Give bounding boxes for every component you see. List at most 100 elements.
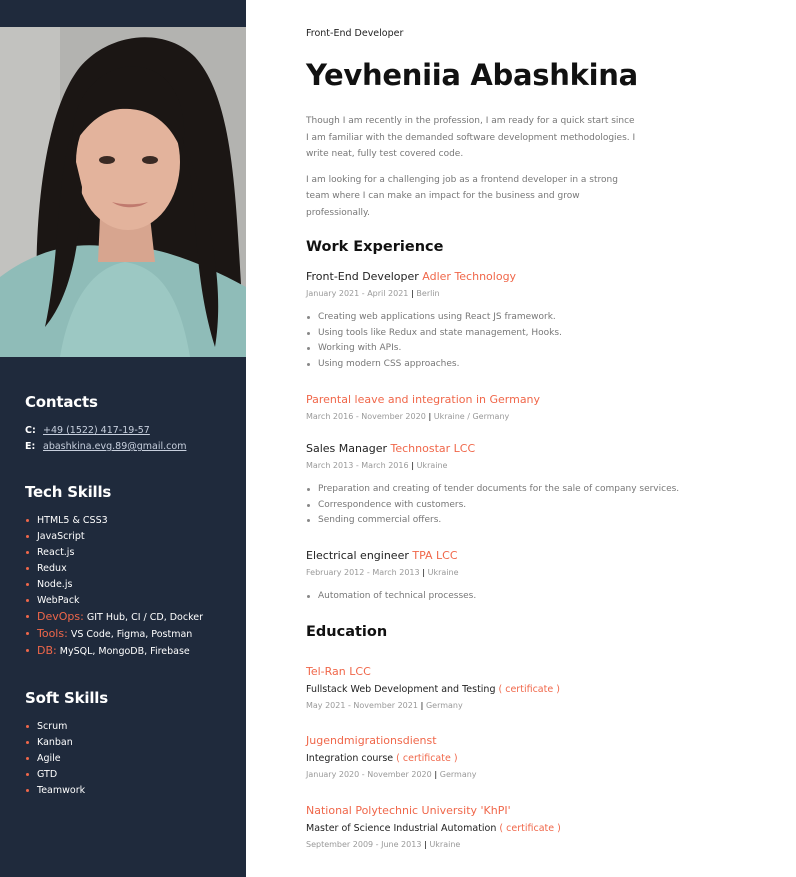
- education-course: Fullstack Web Development and Testing ( …: [306, 684, 776, 695]
- phone-link[interactable]: +49 (1522) 417-19-57: [43, 423, 150, 439]
- job-bullet: Preparation and creating of tender docum…: [306, 482, 776, 498]
- education-school: Tel-Ran LCC: [306, 665, 371, 678]
- education-dates: May 2021 - November 2021: [306, 701, 418, 710]
- person-name: Yevheniia Abashkina: [306, 58, 638, 92]
- tech-skills-section: Tech Skills HTML5 & CSS3 JavaScript Reac…: [25, 483, 235, 660]
- job-dates: January 2021 - April 2021: [306, 289, 409, 298]
- course-name: Integration course: [306, 753, 394, 764]
- education-course: Integration course ( certificate ): [306, 753, 776, 764]
- job-dates: March 2016 - November 2020: [306, 412, 426, 421]
- tech-skill-item: Redux: [25, 561, 235, 577]
- tech-skill-item: DevOps: GIT Hub, CI / CD, Docker: [25, 609, 235, 626]
- education-entry: Jugendmigrationsdienst Integration cours…: [306, 734, 776, 779]
- contacts-section: Contacts C: +49 (1522) 417-19-57 E: abas…: [25, 393, 235, 455]
- soft-skills-title: Soft Skills: [25, 689, 108, 707]
- profile-photo: [0, 27, 246, 357]
- email-key: E:: [25, 441, 36, 452]
- contact-email: E: abashkina.evg.89@gmail.com: [25, 439, 235, 455]
- education-school: Jugendmigrationsdienst: [306, 734, 437, 747]
- job-role: Sales Manager: [306, 442, 387, 455]
- sidebar: Contacts C: +49 (1522) 417-19-57 E: abas…: [0, 0, 246, 877]
- job-dates: March 2013 - March 2016: [306, 461, 409, 470]
- education-meta: September 2009 - June 2013 | Ukraine: [306, 840, 461, 849]
- job-entry: Parental leave and integration in German…: [306, 393, 776, 421]
- education-dates: January 2020 - November 2020: [306, 770, 432, 779]
- soft-skill-item: Kanban: [25, 735, 235, 751]
- education-school: National Polytechnic University 'KhPI': [306, 804, 511, 817]
- job-company: Technostar LCC: [390, 442, 476, 455]
- job-company: Adler Technology: [422, 270, 517, 283]
- education-place: Germany: [439, 770, 477, 779]
- job-title: Electrical engineer TPA LCC: [306, 549, 776, 562]
- phone-key: C:: [25, 425, 36, 436]
- soft-skills-section: Soft Skills Scrum Kanban Agile GTD Teamw…: [25, 689, 235, 799]
- tech-skill-item: DB: MySQL, MongoDB, Firebase: [25, 643, 235, 660]
- education-course: Master of Science Industrial Automation …: [306, 823, 776, 834]
- tech-skill-item: JavaScript: [25, 529, 235, 545]
- job-dates: February 2012 - March 2013: [306, 568, 420, 577]
- job-meta: March 2016 - November 2020 | Ukraine / G…: [306, 412, 510, 421]
- job-meta: February 2012 - March 2013 | Ukraine: [306, 568, 459, 577]
- soft-skill-item: Teamwork: [25, 783, 235, 799]
- soft-skill-item: Scrum: [25, 719, 235, 735]
- job-bullets: Automation of technical processes.: [306, 589, 776, 605]
- job-place: Ukraine: [427, 568, 459, 577]
- job-role: Electrical engineer: [306, 549, 409, 562]
- about-paragraph: I am looking for a challenging job as a …: [306, 174, 618, 218]
- job-entry: Front-End Developer Adler Technology Jan…: [306, 270, 776, 372]
- about-section: Though I am recently in the profession, …: [306, 113, 636, 221]
- email-link[interactable]: abashkina.evg.89@gmail.com: [43, 439, 186, 455]
- education-dates: September 2009 - June 2013: [306, 840, 422, 849]
- job-entry: Electrical engineer TPA LCC February 201…: [306, 549, 776, 605]
- job-entry: Sales Manager Technostar LCC March 2013 …: [306, 442, 776, 529]
- tech-skill-item: WebPack: [25, 593, 235, 609]
- job-bullet: Working with APIs.: [306, 341, 776, 357]
- tech-skill-item: HTML5 & CSS3: [25, 513, 235, 529]
- tech-skill-item: Tools: VS Code, Figma, Postman: [25, 626, 235, 643]
- job-title: Sales Manager Technostar LCC: [306, 442, 776, 455]
- portrait-illustration: [0, 27, 246, 357]
- education-meta: January 2020 - November 2020 | Germany: [306, 770, 477, 779]
- job-bullet: Correspondence with customers.: [306, 498, 776, 514]
- job-company: Parental leave and integration in German…: [306, 393, 541, 406]
- certificate-link[interactable]: ( certificate ): [396, 753, 457, 764]
- education-title: Education: [306, 624, 388, 640]
- tech-skill-item: React.js: [25, 545, 235, 561]
- work-experience-title: Work Experience: [306, 239, 444, 255]
- soft-skills-list: Scrum Kanban Agile GTD Teamwork: [25, 719, 235, 799]
- job-place: Berlin: [416, 289, 440, 298]
- job-meta: January 2021 - April 2021 | Berlin: [306, 289, 440, 298]
- job-place: Ukraine: [416, 461, 448, 470]
- job-title: Front-End Developer Adler Technology: [306, 270, 776, 283]
- job-company: TPA LCC: [412, 549, 458, 562]
- about-paragraph: Though I am recently in the profession, …: [306, 116, 636, 159]
- job-bullets: Creating web applications using React JS…: [306, 310, 776, 372]
- job-meta: March 2013 - March 2016 | Ukraine: [306, 461, 448, 470]
- tech-skills-title: Tech Skills: [25, 483, 112, 501]
- job-bullet: Creating web applications using React JS…: [306, 310, 776, 326]
- job-subtitle: Front-End Developer: [306, 28, 404, 39]
- education-entry: Tel-Ran LCC Fullstack Web Development an…: [306, 665, 776, 710]
- education-place: Ukraine: [429, 840, 461, 849]
- job-place: Ukraine / Germany: [433, 412, 510, 421]
- job-bullet: Using tools like Redux and state managem…: [306, 326, 776, 342]
- course-name: Master of Science Industrial Automation: [306, 823, 497, 834]
- job-role: Front-End Developer: [306, 270, 419, 283]
- contacts-title: Contacts: [25, 393, 98, 411]
- education-place: Germany: [425, 701, 463, 710]
- soft-skill-item: Agile: [25, 751, 235, 767]
- tech-skills-list: HTML5 & CSS3 JavaScript React.js Redux N…: [25, 513, 235, 660]
- job-bullet: Using modern CSS approaches.: [306, 357, 776, 373]
- education-meta: May 2021 - November 2021 | Germany: [306, 701, 463, 710]
- job-bullet: Sending commercial offers.: [306, 513, 776, 529]
- course-name: Fullstack Web Development and Testing: [306, 684, 496, 695]
- tech-skill-item: Node.js: [25, 577, 235, 593]
- soft-skill-item: GTD: [25, 767, 235, 783]
- job-bullets: Preparation and creating of tender docum…: [306, 482, 776, 529]
- contact-phone: C: +49 (1522) 417-19-57: [25, 423, 235, 439]
- certificate-link[interactable]: ( certificate ): [499, 684, 560, 695]
- job-title: Parental leave and integration in German…: [306, 393, 776, 406]
- certificate-link[interactable]: ( certificate ): [499, 823, 560, 834]
- job-bullet: Automation of technical processes.: [306, 589, 776, 605]
- education-entry: National Polytechnic University 'KhPI' M…: [306, 804, 776, 849]
